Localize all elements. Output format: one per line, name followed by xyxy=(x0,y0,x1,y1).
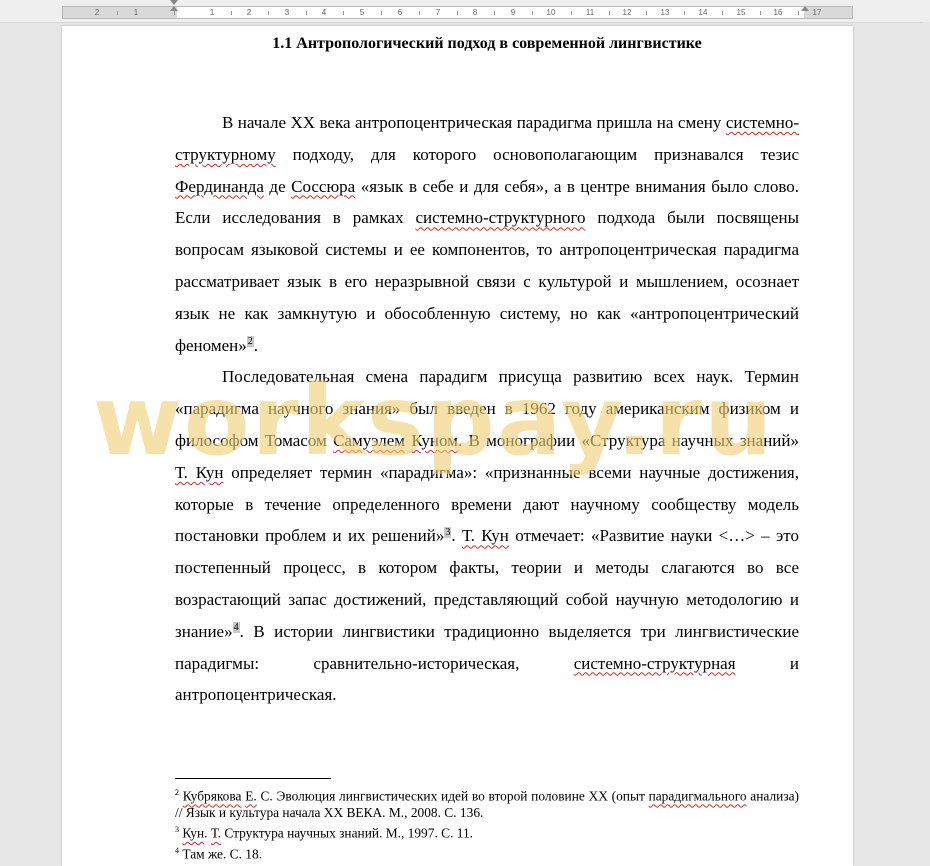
ruler-number: 10 xyxy=(546,8,556,17)
ruler-number: 11 xyxy=(585,8,595,17)
misspelled-word[interactable]: Кун xyxy=(182,826,204,841)
text-run: В начале XX века антропоцентрическая пар… xyxy=(222,113,726,132)
scrollbar-track[interactable] xyxy=(922,22,930,856)
body-text[interactable]: В начале XX века антропоцентрическая пар… xyxy=(175,107,799,711)
text-run: Структура научных знаний. М., 1997. С. 1… xyxy=(221,825,474,841)
right-indent-marker[interactable] xyxy=(801,6,809,11)
ruler-tick xyxy=(381,11,382,15)
text-run: . xyxy=(204,825,211,841)
ruler-number: 2 xyxy=(246,8,252,17)
ruler-tick xyxy=(494,11,495,15)
ruler-tick xyxy=(608,11,610,15)
misspelled-word[interactable]: Кубрякова xyxy=(183,788,242,803)
misspelled-word[interactable]: Т. Кун xyxy=(462,526,509,545)
ruler-number: 3 xyxy=(284,8,290,17)
ruler-number: 7 xyxy=(435,8,441,17)
footnote-2[interactable]: 2 Кубрякова Е. С. Эволюция лингвистическ… xyxy=(175,784,799,821)
ruler-tick xyxy=(268,11,269,15)
text-run: подходу, для которого основополагающим п… xyxy=(275,144,799,164)
ruler-tick xyxy=(684,11,685,15)
footnotes[interactable]: 2 Кубрякова Е. С. Эволюция лингвистическ… xyxy=(175,784,799,862)
ruler-number: 1 xyxy=(209,8,215,17)
ruler-right-margin xyxy=(804,7,852,18)
page-content[interactable]: 1.1 Антропологический подход в современн… xyxy=(175,34,799,711)
ruler-tick xyxy=(570,11,572,15)
text-run: . xyxy=(451,526,462,546)
section-heading: 1.1 Антропологический подход в современн… xyxy=(272,35,702,52)
text-run: де xyxy=(263,176,292,196)
ruler-left-margin xyxy=(63,7,177,18)
ruler-tick xyxy=(532,11,533,15)
footnote-4[interactable]: 4 Там же. С. 18. xyxy=(175,842,799,862)
text-run: С. Эволюция лингвистических идей во втор… xyxy=(256,788,649,804)
footnote-number: 4 xyxy=(175,845,179,855)
ruler-number: 8 xyxy=(472,8,478,17)
misspelled-word[interactable]: парадигмального xyxy=(649,788,747,803)
footnote-number: 2 xyxy=(175,788,179,797)
horizontal-ruler[interactable]: 2 1 1 2 3 4 5 6 7 8 9 10 11 12 13 14 15 16 17 xyxy=(0,0,930,23)
ruler-number: 4 xyxy=(321,8,327,17)
ruler-number: 15 xyxy=(736,8,746,17)
footnote-separator xyxy=(175,778,331,779)
ruler-tick xyxy=(343,11,344,15)
ruler-tick xyxy=(305,11,307,15)
text-run: . xyxy=(253,335,258,355)
ruler-number: 1 xyxy=(133,8,139,17)
misspelled-word[interactable]: Куном xyxy=(411,431,458,450)
ruler-tick xyxy=(174,11,175,15)
ruler-tick xyxy=(797,11,799,15)
paragraph-2[interactable]: Последовательная смена парадигм присуща … xyxy=(175,361,799,711)
ruler-tick xyxy=(456,11,458,15)
misspelled-word[interactable]: Е. xyxy=(245,788,257,803)
misspelled-word[interactable]: системно-структурного xyxy=(415,208,585,227)
misspelled-word[interactable]: Т. Кун xyxy=(175,463,223,482)
ruler-tick xyxy=(722,11,723,15)
ruler-number: 9 xyxy=(510,8,516,17)
misspelled-word[interactable]: Самуэлем xyxy=(333,431,405,450)
ruler-tick xyxy=(759,11,761,15)
footnote-reference[interactable]: 2 xyxy=(246,335,254,347)
ruler-number: 14 xyxy=(698,8,708,17)
ruler-tick xyxy=(419,11,420,15)
text-run: Там же. С. 18. xyxy=(182,846,263,862)
text-run: . В монографии «Структура научных знаний… xyxy=(457,430,799,450)
ruler-number: 12 xyxy=(622,8,632,17)
ruler-number: 6 xyxy=(397,8,403,17)
first-line-indent-marker[interactable] xyxy=(170,0,178,5)
document-page[interactable]: 1.1 Антропологический подход в современн… xyxy=(62,26,853,866)
text-run: подхода были посвящены вопросам языковой… xyxy=(175,208,799,355)
footnote-3[interactable]: 3 Кун. Т. Структура научных знаний. М., … xyxy=(175,821,799,841)
ruler-strip xyxy=(62,6,853,19)
misspelled-word[interactable]: Т. xyxy=(211,826,221,841)
ruler-tick xyxy=(116,11,118,15)
misspelled-word[interactable]: Соссюра xyxy=(291,177,355,196)
ruler-number: 16 xyxy=(773,8,783,17)
ruler-tick xyxy=(230,11,232,15)
misspelled-word[interactable]: системно-структурная xyxy=(574,654,736,673)
ruler-number: 17 xyxy=(812,8,822,17)
ruler-tick xyxy=(646,11,647,15)
ruler-number: 2 xyxy=(94,8,100,17)
footnote-reference[interactable]: 4 xyxy=(232,622,240,634)
paragraph-1[interactable]: В начале XX века антропоцентрическая пар… xyxy=(175,107,799,361)
footnote-number: 3 xyxy=(175,825,179,835)
ruler-number: 13 xyxy=(660,8,670,17)
ruler-number: 5 xyxy=(359,8,365,17)
misspelled-word[interactable]: Фердинанда xyxy=(175,177,264,196)
